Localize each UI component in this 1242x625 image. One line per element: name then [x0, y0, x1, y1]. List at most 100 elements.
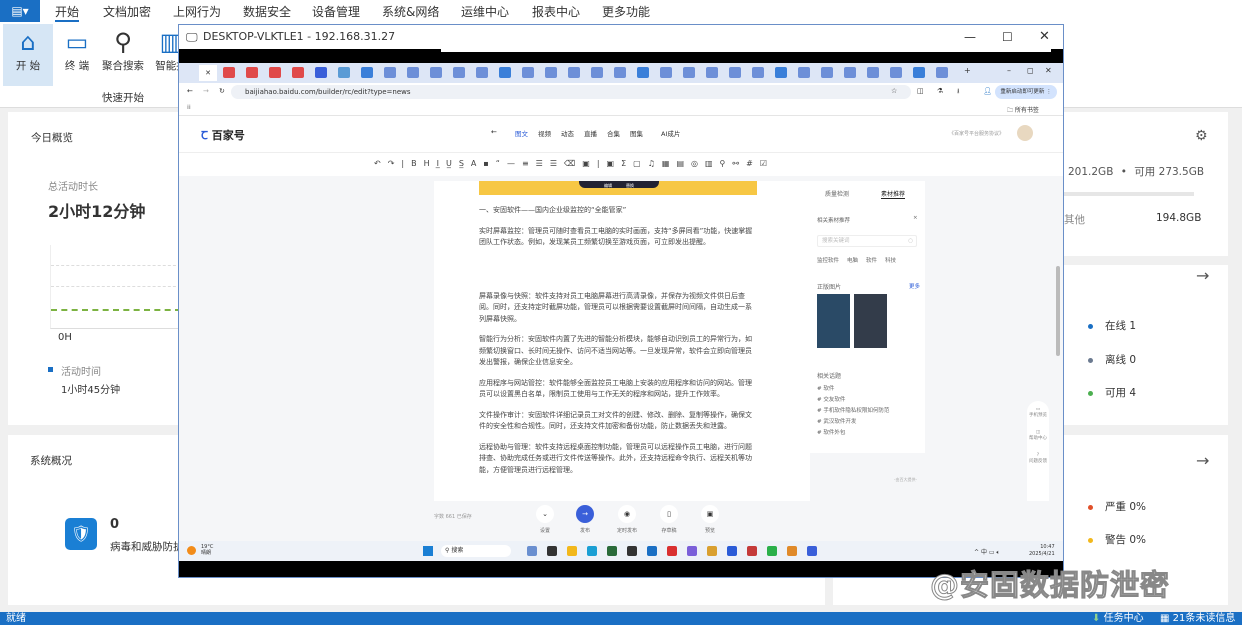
browser-tab[interactable]: [913, 67, 925, 78]
task-center-button[interactable]: ⬇ 任务中心: [1092, 612, 1144, 625]
menu-doc-encrypt[interactable]: 文档加密: [103, 3, 151, 20]
active-tab[interactable]: ✕: [199, 65, 217, 81]
tab-material[interactable]: 素材推荐: [881, 189, 906, 199]
browser-tab[interactable]: [683, 67, 695, 78]
topic[interactable]: # 软件: [817, 384, 889, 395]
taskbar-search[interactable]: ⚲ 搜索: [441, 545, 511, 557]
agreement-link[interactable]: 《百家号平台服务协议》: [949, 130, 1004, 137]
taskbar-app-icon[interactable]: [527, 546, 537, 556]
feedback-button[interactable]: ? 问题反馈: [1027, 453, 1049, 464]
browser-tab[interactable]: [775, 67, 787, 78]
menu-web-behavior[interactable]: 上网行为: [173, 3, 221, 20]
browser-tab[interactable]: [568, 67, 580, 78]
taskbar-app-icon[interactable]: [627, 546, 637, 556]
unread-messages-button[interactable]: ▦ 21条未读信息: [1160, 612, 1235, 625]
arrow-right-icon[interactable]: →: [1196, 266, 1209, 285]
back-icon[interactable]: ←: [491, 128, 497, 136]
taskbar-app-icon[interactable]: [707, 546, 717, 556]
close-icon[interactable]: ×: [913, 215, 918, 221]
app-menu-icon[interactable]: ▤▾: [0, 0, 40, 22]
new-tab-button[interactable]: +: [964, 66, 971, 75]
taskbar-app-icon[interactable]: [727, 546, 737, 556]
tag[interactable]: 科技: [885, 258, 896, 264]
nav-collection[interactable]: 合集: [607, 130, 620, 138]
format-toolbar-icons[interactable]: ↶↷|BHI̲U̲S̲A▪“—≡☰☰⌫▣|▣Σ▢♫▦▤◎▥⚲⚯#☑: [374, 159, 774, 168]
apps-icon[interactable]: ⁞⁞: [187, 104, 191, 111]
browser-tab[interactable]: [729, 67, 741, 78]
browser-tab[interactable]: [453, 67, 465, 78]
stock-image[interactable]: [817, 294, 850, 348]
browser-close[interactable]: ✕: [1045, 66, 1052, 75]
article-image[interactable]: 编辑 替换: [479, 181, 757, 195]
maximize-button[interactable]: ☐: [1002, 25, 1013, 49]
ribbon-terminal-button[interactable]: ▭ 终 端: [52, 24, 102, 86]
taskbar-app-icon[interactable]: [547, 546, 557, 556]
browser-tab[interactable]: [430, 67, 442, 78]
taskbar-app-icon[interactable]: [787, 546, 797, 556]
taskbar-app-icon[interactable]: [767, 546, 777, 556]
star-icon[interactable]: ☆: [891, 87, 897, 95]
browser-tab[interactable]: [591, 67, 603, 78]
browser-tab[interactable]: [361, 67, 373, 78]
browser-tab[interactable]: [867, 67, 879, 78]
keyword-search-input[interactable]: 搜索关键词 ○: [817, 235, 917, 247]
browser-tab[interactable]: [890, 67, 902, 78]
taskbar-app-icon[interactable]: [587, 546, 597, 556]
taskbar-app-icon[interactable]: [607, 546, 617, 556]
ribbon-search-button[interactable]: ⚲ 聚合搜索: [98, 24, 148, 86]
browser-tab[interactable]: [821, 67, 833, 78]
nav-video[interactable]: 视频: [538, 130, 551, 138]
schedule-publish-button[interactable]: ◉ 定时发布: [612, 505, 642, 534]
browser-tab[interactable]: [338, 67, 350, 78]
topic[interactable]: # 交友软件: [817, 395, 889, 406]
minimize-button[interactable]: —: [964, 25, 976, 49]
browser-minimize[interactable]: –: [1007, 66, 1011, 75]
stock-image[interactable]: [854, 294, 887, 348]
menu-device-mgmt[interactable]: 设备管理: [312, 3, 360, 20]
browser-tab[interactable]: [522, 67, 534, 78]
browser-restore[interactable]: ◻: [1027, 66, 1034, 75]
browser-tab[interactable]: [545, 67, 557, 78]
system-tray[interactable]: ^ 中 ▭ 🔈︎: [974, 547, 1000, 557]
url-input[interactable]: baijiahao.baidu.com/builder/rc/edit?type…: [231, 85, 911, 99]
menu-start[interactable]: 开始: [55, 3, 80, 22]
back-icon[interactable]: ←: [187, 87, 193, 95]
menu-report-center[interactable]: 报表中心: [532, 3, 580, 20]
lab-icon[interactable]: ⚗: [937, 87, 943, 95]
browser-tab[interactable]: [844, 67, 856, 78]
menu-ops-center[interactable]: 运维中心: [461, 3, 509, 20]
article-body[interactable]: 编辑 替换 一、安固软件——国内企业级监控的“全能管家” 实时屏幕监控：管理员可随…: [434, 181, 810, 501]
extension-icon[interactable]: ◫: [917, 87, 924, 95]
nav-dynamic[interactable]: 动态: [561, 130, 574, 138]
tab-quality-check[interactable]: 质量检测: [825, 189, 849, 198]
topic[interactable]: # 武汉软件开发: [817, 417, 889, 428]
avatar[interactable]: [1017, 125, 1033, 141]
bjh-logo[interactable]: Ꞇ 百家号: [201, 127, 245, 143]
browser-tab[interactable]: [660, 67, 672, 78]
browser-tab[interactable]: [637, 67, 649, 78]
tag[interactable]: 监控软件: [817, 258, 839, 264]
mobile-preview-button[interactable]: ▭ 手机预览: [1027, 407, 1049, 418]
browser-tab[interactable]: [614, 67, 626, 78]
ribbon-start-button[interactable]: ⌂ 开 始: [3, 24, 53, 86]
browser-tab[interactable]: [407, 67, 419, 78]
topic[interactable]: # 软件外包: [817, 428, 889, 439]
gear-icon[interactable]: ⚙: [1195, 128, 1208, 144]
browser-tab[interactable]: [798, 67, 810, 78]
taskbar-app-icon[interactable]: [667, 546, 677, 556]
arrow-right-icon[interactable]: →: [1196, 451, 1209, 470]
scrollbar[interactable]: [1056, 266, 1060, 356]
taskbar-app-icon[interactable]: [567, 546, 577, 556]
close-button[interactable]: ✕: [1039, 25, 1050, 49]
tag[interactable]: 软件: [866, 258, 877, 264]
profile-icon[interactable]: 👤︎: [983, 87, 992, 95]
browser-tab[interactable]: [246, 67, 258, 78]
taskbar-app-icon[interactable]: [747, 546, 757, 556]
tag[interactable]: 电脑: [847, 258, 858, 264]
taskbar-app-icon[interactable]: [807, 546, 817, 556]
menu-system-network[interactable]: 系统&网络: [382, 3, 439, 20]
browser-tab[interactable]: [223, 67, 235, 78]
download-icon[interactable]: ⭳: [957, 87, 959, 98]
settings-button[interactable]: ⌄ 设置: [530, 505, 560, 534]
browser-tab[interactable]: [315, 67, 327, 78]
